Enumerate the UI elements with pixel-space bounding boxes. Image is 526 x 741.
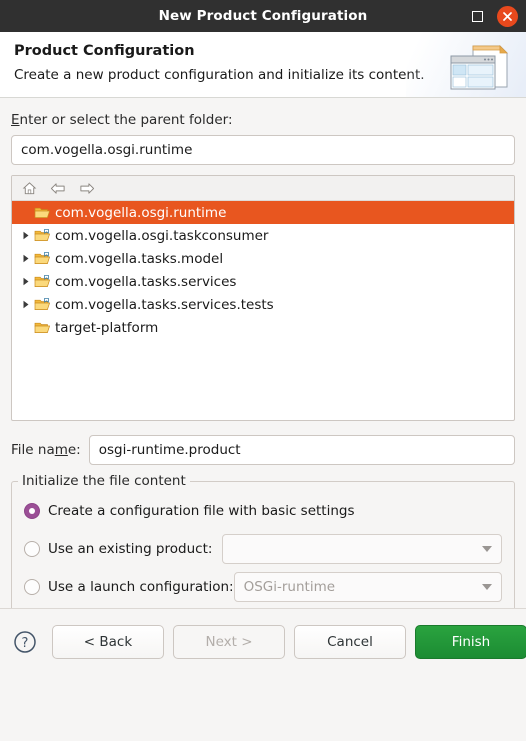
initialize-file-content-group: Initialize the file content Create a con… — [11, 473, 515, 615]
file-name-row: File name: — [11, 435, 515, 465]
forward-arrow-icon[interactable] — [78, 179, 96, 197]
wizard-header: Product Configuration Create a new produ… — [0, 32, 526, 98]
folder-tree-toolbar — [12, 176, 514, 201]
svg-text:?: ? — [22, 636, 29, 651]
folder-project-icon — [34, 229, 51, 241]
tree-row-label: com.vogella.tasks.services — [55, 273, 237, 290]
expand-triangle-icon[interactable] — [18, 251, 34, 267]
parent-folder-label: Enter or select the parent folder: — [11, 112, 515, 128]
expand-triangle-icon[interactable] — [18, 228, 34, 244]
help-question-icon[interactable]: ? — [12, 629, 38, 655]
wizard-body: Enter or select the parent folder: com.v… — [0, 98, 526, 674]
close-x-icon[interactable] — [497, 5, 518, 27]
product-configuration-window-document-icon — [450, 45, 508, 90]
launch-configuration-dropdown[interactable]: OSGi-runtime — [233, 572, 502, 602]
back-arrow-icon[interactable] — [49, 179, 67, 197]
folder-project-icon — [34, 298, 51, 310]
tree-row[interactable]: com.vogella.tasks.services — [12, 270, 514, 293]
chevron-down-icon — [482, 584, 492, 590]
parent-folder-mnemonic: E — [11, 112, 20, 128]
folder-tree-list[interactable]: com.vogella.osgi.runtime com.vogella.osgi… — [12, 201, 514, 420]
tree-row[interactable]: com.vogella.tasks.model — [12, 247, 514, 270]
folder-open-icon — [34, 322, 51, 333]
tree-row-label: com.vogella.osgi.runtime — [55, 204, 227, 221]
radio-label-use-existing-product: Use an existing product: — [48, 541, 213, 557]
radio-row-existing-product[interactable]: Use an existing product: — [24, 534, 502, 564]
expand-triangle-icon[interactable] — [18, 297, 34, 313]
home-icon[interactable] — [20, 179, 38, 197]
radio-label-use-launch-configuration: Use a launch configuration: — [48, 579, 234, 595]
radio-row-basic-settings[interactable]: Create a configuration file with basic s… — [24, 496, 502, 526]
radio-use-existing-product[interactable] — [24, 541, 40, 557]
parent-folder-label-text: nter or select the parent folder: — [19, 112, 233, 128]
next-button[interactable]: Next > — [173, 624, 285, 659]
launch-configuration-value: OSGi-runtime — [243, 579, 336, 595]
tree-row[interactable]: com.vogella.osgi.taskconsumer — [12, 224, 514, 247]
tree-row-label: com.vogella.tasks.services.tests — [55, 296, 274, 313]
cancel-button[interactable]: Cancel — [294, 624, 406, 659]
page-title: Product Configuration — [14, 43, 195, 59]
tree-row[interactable]: target-platform — [12, 316, 514, 339]
chevron-down-icon — [482, 546, 492, 552]
window-controls — [472, 0, 518, 32]
file-name-input[interactable] — [88, 435, 515, 465]
existing-product-dropdown[interactable] — [222, 534, 502, 564]
window-titlebar: New Product Configuration — [0, 0, 526, 32]
group-legend: Initialize the file content — [18, 473, 190, 489]
file-name-label-a: File na — [11, 442, 55, 458]
tree-row-label: com.vogella.tasks.model — [55, 250, 224, 267]
parent-folder-input[interactable] — [11, 135, 515, 165]
folder-project-icon — [34, 252, 51, 264]
finish-button[interactable]: Finish — [415, 624, 526, 659]
back-button[interactable]: < Back — [52, 624, 164, 659]
tree-row[interactable]: com.vogella.osgi.runtime — [12, 201, 514, 224]
folder-tree-panel: com.vogella.osgi.runtime com.vogella.osgi… — [11, 175, 515, 421]
radio-create-basic-settings[interactable] — [24, 503, 40, 519]
tree-row-label: com.vogella.osgi.taskconsumer — [55, 227, 269, 244]
folder-project-icon — [34, 275, 51, 287]
folder-open-icon — [34, 207, 51, 218]
window-title: New Product Configuration — [158, 8, 368, 24]
wizard-footer: ? < Back Next > Cancel Finish — [0, 608, 526, 674]
radio-row-launch-configuration[interactable]: Use a launch configuration: OSGi-runtime — [24, 572, 502, 602]
tree-row-label: target-platform — [55, 319, 159, 336]
tree-row[interactable]: com.vogella.tasks.services.tests — [12, 293, 514, 316]
radio-use-launch-configuration[interactable] — [24, 579, 40, 595]
file-name-label: File name: — [11, 442, 81, 458]
maximize-square-icon[interactable] — [472, 10, 483, 22]
file-name-label-b: e: — [67, 442, 81, 458]
page-description: Create a new product configuration and i… — [14, 67, 425, 83]
radio-label-create-basic-settings: Create a configuration file with basic s… — [48, 503, 355, 519]
file-name-mnemonic: m — [54, 442, 68, 458]
expand-triangle-icon[interactable] — [18, 274, 34, 290]
